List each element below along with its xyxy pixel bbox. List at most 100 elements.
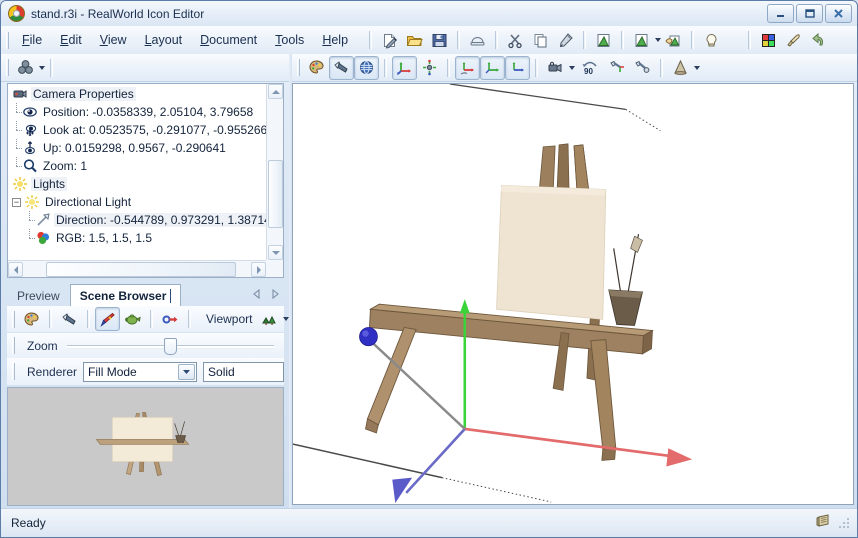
menu-view[interactable]: View <box>91 30 136 50</box>
menu-document[interactable]: Document <box>191 30 266 50</box>
fill-mode-combobox[interactable]: Fill Mode <box>83 361 198 382</box>
cone-primitive-icon[interactable] <box>668 56 693 80</box>
tab-preview[interactable]: Preview <box>7 285 70 306</box>
combobox-dropdown-button[interactable] <box>178 363 196 380</box>
tree-node-look-at[interactable]: Look at: 0.0523575, -0.291077, -0.955266 <box>8 121 266 139</box>
trees-icon[interactable] <box>257 307 282 331</box>
scene-tools-sep-3 <box>150 310 153 328</box>
menu-grip[interactable] <box>6 31 9 49</box>
maximize-button[interactable] <box>796 4 823 23</box>
prev-tab-arrow-icon[interactable] <box>252 288 262 302</box>
menu-tools[interactable]: Tools <box>266 30 313 50</box>
scroll-left-button[interactable] <box>8 262 23 277</box>
axis-pin-icon[interactable] <box>158 307 183 331</box>
zoom-slider-thumb[interactable] <box>164 337 178 355</box>
tree-label: Zoom: 1 <box>43 159 88 173</box>
image-dropdown-icon[interactable] <box>629 28 654 52</box>
tree-node-up[interactable]: Up: 0.0159298, 0.9567, -0.290641 <box>8 139 266 157</box>
panel-grip[interactable] <box>6 59 9 76</box>
light-tool-icon[interactable] <box>329 55 354 80</box>
tree-node-camera-properties[interactable]: Camera Properties <box>8 85 266 103</box>
tree-connector <box>12 103 22 120</box>
move-axes-icon[interactable] <box>392 55 417 80</box>
scroll-right-button[interactable] <box>251 262 266 277</box>
menu-help[interactable]: Help <box>313 30 357 50</box>
image-add-icon[interactable] <box>591 28 616 52</box>
rotate-axes-x-icon[interactable] <box>455 55 480 80</box>
globe-environment-icon[interactable] <box>354 55 379 80</box>
tree-node-direction[interactable]: Direction: -0.544789, 0.973291, 1.38714 <box>8 211 266 229</box>
scene-tools-sep-2 <box>87 310 90 328</box>
3d-viewport[interactable] <box>292 83 854 505</box>
toolbar-separator-2 <box>457 31 461 49</box>
center-pivot-icon[interactable] <box>417 56 442 80</box>
menu-layout[interactable]: Layout <box>136 30 192 50</box>
material-palette-icon[interactable] <box>304 56 329 80</box>
renderer-grip[interactable] <box>12 363 15 380</box>
scroll-thumb-horizontal[interactable] <box>46 262 236 277</box>
scene-objects-icon[interactable] <box>13 56 38 80</box>
menu-bar: File Edit View Layout Document Tools Hel… <box>1 26 857 55</box>
panel-tabs: Preview Scene Browser <box>7 282 284 307</box>
save-floppy-icon[interactable] <box>427 28 452 52</box>
chevron-down-icon[interactable] <box>39 65 45 70</box>
status-bar: Ready <box>1 508 857 537</box>
tree-node-rgb[interactable]: RGB: 1.5, 1.5, 1.5 <box>8 229 266 247</box>
image-import-icon[interactable] <box>661 28 686 52</box>
tree-label: Position: -0.0358339, 2.05104, 3.79658 <box>43 105 254 119</box>
window-buttons <box>767 4 852 23</box>
tree-vertical-scrollbar[interactable] <box>266 84 283 260</box>
minimize-button[interactable] <box>767 4 794 23</box>
eyedropper-icon[interactable] <box>781 28 806 52</box>
next-tab-arrow-icon[interactable] <box>270 288 280 302</box>
tab-scene-browser[interactable]: Scene Browser <box>69 284 182 307</box>
tree-node-lights[interactable]: Lights <box>8 175 266 193</box>
camera-icon[interactable] <box>543 56 568 80</box>
copy-pages-icon[interactable] <box>528 28 553 52</box>
paintbrush-icon[interactable] <box>95 307 120 331</box>
cut-scissors-icon[interactable] <box>503 28 528 52</box>
palette-grid-icon[interactable] <box>756 28 781 52</box>
print-icon[interactable] <box>465 28 490 52</box>
rotate-axes-y-icon[interactable] <box>480 55 505 80</box>
resize-gripper[interactable] <box>838 517 851 530</box>
teapot-icon[interactable] <box>120 307 145 331</box>
tree-horizontal-scrollbar[interactable] <box>8 260 266 277</box>
zoom-grip[interactable] <box>12 337 15 354</box>
panel-toolbar-separator <box>50 58 53 77</box>
zoom-slider[interactable] <box>66 336 274 356</box>
light-place-icon[interactable] <box>605 56 630 80</box>
menu-edit[interactable]: Edit <box>51 30 91 50</box>
scene-tree[interactable]: Camera Properties Position: -0.0358339, … <box>8 84 266 260</box>
close-button[interactable] <box>825 4 852 23</box>
rotate-axes-z-icon[interactable] <box>505 55 530 80</box>
light-remove-icon[interactable] <box>630 56 655 80</box>
tree-node-position[interactable]: Position: -0.0358339, 2.05104, 3.79658 <box>8 103 266 121</box>
flashlight-icon[interactable] <box>57 307 82 331</box>
vt-sep-2 <box>447 58 450 77</box>
menu-file[interactable]: File <box>13 30 51 50</box>
palette-icon[interactable] <box>19 307 44 331</box>
easel-preview-thumbnail[interactable] <box>7 387 284 506</box>
tree-node-zoom[interactable]: Zoom: 1 <box>8 157 266 175</box>
vt-sep-3 <box>535 58 538 77</box>
undo-arrow-icon[interactable] <box>806 28 831 52</box>
open-folder-icon[interactable] <box>402 28 427 52</box>
toolbar-separator-7 <box>748 31 752 49</box>
layers-stack-icon[interactable] <box>815 513 832 533</box>
tree-node-directional-light[interactable]: − Directional Light <box>8 193 266 211</box>
scroll-up-button[interactable] <box>268 84 283 99</box>
scroll-thumb-vertical[interactable] <box>268 160 283 228</box>
paste-brush-icon[interactable] <box>553 28 578 52</box>
status-text: Ready <box>11 516 46 530</box>
scene-tools-grip[interactable] <box>12 310 15 328</box>
fill-value-field[interactable]: Solid <box>203 361 284 382</box>
viewport-toolbar-grip[interactable] <box>297 59 300 76</box>
bulb-icon[interactable] <box>699 28 724 52</box>
tree-expander[interactable]: − <box>12 197 21 207</box>
new-icon[interactable] <box>377 28 402 52</box>
chevron-down-icon[interactable] <box>694 65 700 70</box>
tree-label: Camera Properties <box>31 87 136 101</box>
scroll-down-button[interactable] <box>268 245 283 260</box>
rotate-90-icon[interactable]: 90 <box>575 56 605 80</box>
